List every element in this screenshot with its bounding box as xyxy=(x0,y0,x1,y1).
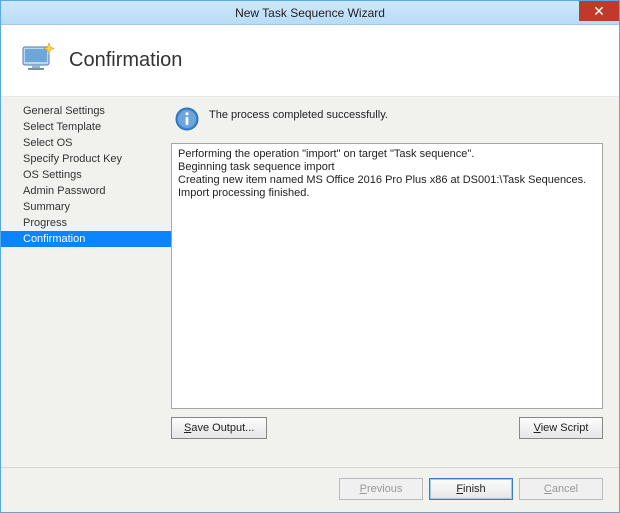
step-progress[interactable]: Progress xyxy=(1,215,171,231)
step-summary[interactable]: Summary xyxy=(1,199,171,215)
step-specify-product-key[interactable]: Specify Product Key xyxy=(1,151,171,167)
output-buttons-row: Save Output... View Script xyxy=(171,409,603,439)
steps-sidebar: General Settings Select Template Select … xyxy=(1,97,171,467)
status-message: The process completed successfully. xyxy=(209,107,388,121)
cancel-button: Cancel xyxy=(519,478,603,500)
main-pane: The process completed successfully. Perf… xyxy=(171,97,619,467)
log-output[interactable]: Performing the operation "import" on tar… xyxy=(171,143,603,409)
window-title: New Task Sequence Wizard xyxy=(235,6,385,20)
step-confirmation[interactable]: Confirmation xyxy=(1,231,171,247)
page-title: Confirmation xyxy=(69,49,182,72)
wizard-body: General Settings Select Template Select … xyxy=(1,97,619,467)
step-select-os[interactable]: Select OS xyxy=(1,135,171,151)
view-script-label: iew Script xyxy=(541,422,589,434)
wizard-header: Confirmation xyxy=(1,25,619,97)
step-admin-password[interactable]: Admin Password xyxy=(1,183,171,199)
wizard-window: New Task Sequence Wizard ✕ Confirmation … xyxy=(0,0,620,513)
info-icon xyxy=(175,107,199,131)
wizard-footer: Previous Finish Cancel xyxy=(1,467,619,512)
close-icon: ✕ xyxy=(593,4,605,18)
previous-button: Previous xyxy=(339,478,423,500)
finish-button[interactable]: Finish xyxy=(429,478,513,500)
view-script-button[interactable]: View Script xyxy=(519,417,603,439)
status-row: The process completed successfully. xyxy=(171,103,603,143)
step-general-settings[interactable]: General Settings xyxy=(1,103,171,119)
save-output-button[interactable]: Save Output... xyxy=(171,417,267,439)
close-button[interactable]: ✕ xyxy=(579,1,619,21)
step-select-template[interactable]: Select Template xyxy=(1,119,171,135)
save-output-label: ave Output... xyxy=(191,422,254,434)
step-os-settings[interactable]: OS Settings xyxy=(1,167,171,183)
titlebar: New Task Sequence Wizard ✕ xyxy=(1,1,619,25)
computer-sparkle-icon xyxy=(19,39,59,82)
